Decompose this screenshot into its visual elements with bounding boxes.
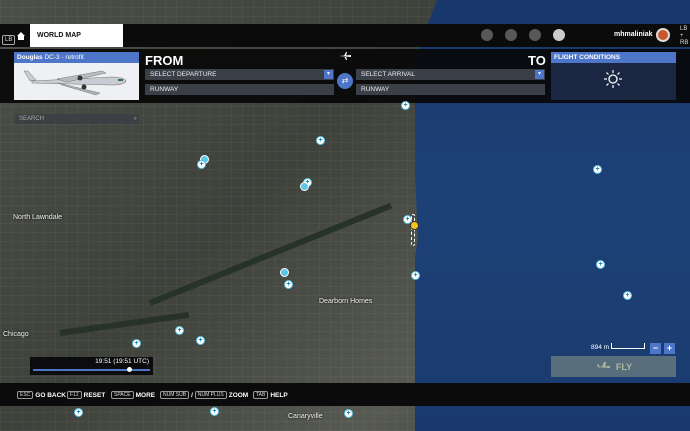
- notification-bell-icon[interactable]: [553, 29, 565, 41]
- river: [148, 202, 393, 306]
- arrival-runway-label: RUNWAY: [361, 86, 390, 93]
- key-badge: NUM SUB: [160, 391, 190, 399]
- zoom-hint[interactable]: NUM SUB / NUM PLUS ZOOM: [160, 391, 248, 399]
- departure-placeholder: SELECT DEPARTURE: [150, 71, 217, 78]
- key-separator: /: [191, 391, 193, 399]
- key-badge: ESC: [17, 391, 34, 399]
- key-label: GO BACK: [35, 391, 66, 399]
- go-back-hint[interactable]: ESC GO BACK: [17, 391, 66, 399]
- route-line: [411, 214, 415, 246]
- sun-icon: [604, 70, 622, 88]
- chevron-down-icon: ▾: [324, 70, 333, 79]
- rb-key-hint: LB + RB: [680, 26, 689, 46]
- globe-icon[interactable]: [481, 29, 493, 41]
- to-label: TO: [528, 53, 546, 68]
- departure-select[interactable]: SELECT DEPARTURE ▾: [145, 69, 334, 80]
- key-badge: F12: [67, 391, 82, 399]
- search-placeholder: SEARCH: [19, 116, 45, 122]
- poi-marker[interactable]: +: [623, 291, 632, 300]
- poi-marker[interactable]: +: [74, 408, 83, 417]
- key-badge: NUM PLUS: [194, 391, 227, 399]
- fly-label: FLY: [615, 361, 633, 372]
- avatar[interactable]: [656, 28, 670, 42]
- more-hint[interactable]: SPACE MORE: [111, 391, 155, 399]
- time-slider-handle[interactable]: [126, 367, 132, 372]
- key-badge: TAB: [253, 391, 269, 399]
- arrival-select[interactable]: SELECT ARRIVAL ▾: [356, 69, 545, 80]
- poi-marker[interactable]: +: [132, 339, 141, 348]
- key-label: MORE: [135, 391, 156, 399]
- poi-marker[interactable]: +: [197, 160, 206, 169]
- key-label: ZOOM: [228, 391, 249, 399]
- poi-marker[interactable]: +: [401, 101, 410, 110]
- from-label: FROM: [145, 53, 184, 68]
- scale-bar: [611, 343, 645, 349]
- time-slider[interactable]: [33, 367, 150, 372]
- zoom-in-button[interactable]: +: [664, 343, 675, 354]
- poi-marker[interactable]: +: [316, 136, 325, 145]
- key-label: HELP: [270, 391, 288, 399]
- poi-marker[interactable]: +: [593, 165, 602, 174]
- plane-icon: [595, 362, 610, 368]
- tab-world-map[interactable]: WORLD MAP: [30, 24, 123, 47]
- zoom-out-button[interactable]: −: [650, 343, 661, 354]
- poi-marker[interactable]: +: [284, 280, 293, 289]
- aircraft-model: DC-3 - retrofit: [44, 54, 84, 61]
- poi-marker[interactable]: +: [411, 271, 420, 280]
- poi-marker[interactable]: +: [344, 409, 353, 418]
- search-input[interactable]: SEARCH ⌕: [15, 114, 139, 124]
- river: [59, 311, 190, 336]
- friends-icon[interactable]: [505, 29, 517, 41]
- time-display: 19:51 (19:51 UTC): [95, 358, 149, 365]
- help-hint[interactable]: TAB HELP: [253, 391, 288, 399]
- departure-runway-label: RUNWAY: [150, 86, 179, 93]
- home-button[interactable]: [14, 30, 28, 42]
- poi-marker[interactable]: +: [596, 260, 605, 269]
- tab-label: WORLD MAP: [37, 32, 81, 39]
- home-icon: [17, 32, 25, 40]
- chevron-down-icon: ▾: [535, 70, 544, 79]
- aircraft-title: Douglas DC-3 - retrofit: [14, 52, 139, 63]
- poi-marker[interactable]: +: [196, 336, 205, 345]
- poi-marker[interactable]: [300, 182, 309, 191]
- key-badge: SPACE: [111, 391, 134, 399]
- poi-marker[interactable]: [280, 268, 289, 277]
- time-of-day-panel: 19:51 (19:51 UTC): [30, 357, 153, 375]
- poi-marker[interactable]: +: [175, 326, 184, 335]
- search-icon: ⌕: [133, 116, 137, 122]
- departure-runway-field[interactable]: RUNWAY: [145, 84, 334, 95]
- flight-conditions-title: FLIGHT CONDITIONS: [551, 52, 676, 63]
- fly-button[interactable]: FLY: [551, 356, 676, 377]
- arrival-runway-field[interactable]: RUNWAY: [356, 84, 545, 95]
- aircraft-maker: Douglas: [17, 54, 43, 61]
- map-label: Dearborn Homes: [319, 298, 373, 305]
- swap-button[interactable]: ⇄: [337, 73, 353, 89]
- plane-icon: [339, 52, 351, 60]
- key-label: RESET: [83, 391, 106, 399]
- map-label: Chicago: [3, 331, 29, 338]
- scale-label: 894 m: [591, 344, 610, 351]
- swap-icon: ⇄: [341, 76, 349, 85]
- map-label: North Lawndale: [13, 214, 63, 221]
- map-label: Canaryville: [288, 413, 323, 420]
- arrival-placeholder: SELECT ARRIVAL: [361, 71, 415, 78]
- poi-marker[interactable]: +: [210, 407, 219, 416]
- username: mhmaliniak: [614, 31, 653, 38]
- reset-hint[interactable]: F12 RESET: [67, 391, 105, 399]
- airport-marker[interactable]: [410, 221, 419, 230]
- dc3-aircraft-image: [23, 70, 127, 96]
- profile-icon[interactable]: [529, 29, 541, 41]
